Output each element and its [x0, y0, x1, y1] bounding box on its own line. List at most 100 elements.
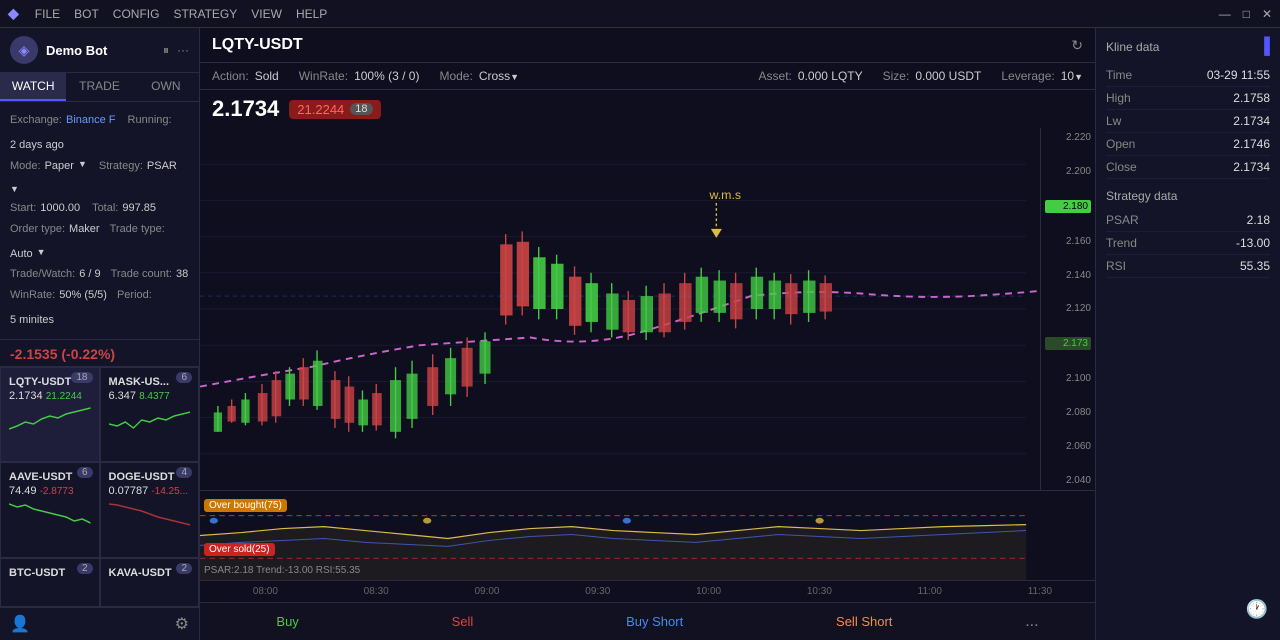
start-value: 1000.00 — [40, 198, 80, 219]
trend-value: -13.00 — [1236, 236, 1270, 250]
price-display: 2.1734 21.2244 18 — [200, 90, 1095, 128]
watch-price-lqty: 2.1734 21.2244 — [9, 390, 91, 402]
kline-time-row: Time 03-29 11:55 — [1106, 64, 1270, 87]
watch-item-lqty[interactable]: LQTY-USDT 18 2.1734 21.2244 — [0, 367, 100, 462]
menu-strategy[interactable]: STRATEGY — [173, 7, 237, 21]
watch-change-mask: 8.4377 — [139, 391, 170, 402]
chart-canvas: w.m.s — [200, 128, 1095, 490]
watch-change-lqty: 21.2244 — [46, 391, 82, 402]
maximize-button[interactable]: □ — [1243, 7, 1250, 21]
bot-name: Demo Bot — [46, 43, 155, 58]
ema-value: 21.2244 — [297, 102, 344, 117]
scale-2160: 2.160 — [1045, 236, 1091, 247]
watch-symbol-kava: KAVA-USDT — [109, 567, 172, 579]
high-label: High — [1106, 91, 1131, 105]
trade-watch-value: 6 / 9 — [79, 264, 100, 285]
winrate-value: 50% (5/5) — [59, 285, 107, 306]
pnl-value: -2.1535 (-0.22%) — [0, 340, 199, 367]
time-label: Time — [1106, 68, 1132, 82]
clock-icon[interactable]: 🕐 — [1246, 599, 1268, 620]
watch-sparkline-aave — [9, 499, 91, 529]
menu-config[interactable]: CONFIG — [113, 7, 160, 21]
mode-info-value[interactable]: Cross — [479, 69, 519, 83]
scale-2180: 2.180 — [1045, 200, 1091, 213]
tab-trade[interactable]: TRADE — [66, 73, 132, 101]
high-value: 2.1758 — [1233, 91, 1270, 105]
watch-badge-btc: 2 — [77, 563, 93, 574]
kline-open-row: Open 2.1746 — [1106, 133, 1270, 156]
trade-type-value: Auto — [10, 244, 33, 265]
mode-label: Mode: — [10, 156, 41, 177]
watch-item-aave[interactable]: AAVE-USDT 6 74.49 -2.8773 — [0, 462, 100, 557]
time-labels: 08:00 08:30 09:00 09:30 10:00 10:30 11:0… — [210, 586, 1095, 597]
more-actions-button[interactable]: ... — [1025, 613, 1038, 631]
close-value: 2.1734 — [1233, 160, 1270, 174]
watch-item-mask[interactable]: MASK-US... 6 6.347 8.4377 — [100, 367, 200, 462]
running-label: Running: — [128, 110, 172, 131]
watch-item-btc[interactable]: BTC-USDT 2 — [0, 558, 100, 607]
ema-badge: 21.2244 18 — [289, 100, 380, 119]
period-label: Period: — [117, 285, 152, 306]
settings-icon[interactable]: ⚙ — [175, 614, 189, 634]
refresh-icon[interactable]: ↻ — [1071, 37, 1083, 54]
tab-own[interactable]: OWN — [133, 73, 199, 101]
minimize-button[interactable]: — — [1219, 7, 1231, 21]
time-1000: 10:00 — [696, 586, 721, 597]
menu-view[interactable]: VIEW — [251, 7, 282, 21]
watchlist: LQTY-USDT 18 2.1734 21.2244 MASK-US... 6… — [0, 367, 199, 607]
total-value: 997.85 — [122, 198, 156, 219]
watch-change-doge: -14.25... — [151, 486, 188, 497]
watch-symbol-btc: BTC-USDT — [9, 567, 65, 579]
bot-actions: ⏸ ··· — [163, 43, 189, 58]
leverage-label: Leverage: — [1001, 69, 1054, 83]
watch-item-doge[interactable]: DOGE-USDT 4 0.07787 -14.25... — [100, 462, 200, 557]
scale-2100: 2.100 — [1045, 373, 1091, 384]
buy-button[interactable]: Buy — [256, 608, 318, 635]
menu-bar: FILE BOT CONFIG STRATEGY VIEW HELP — [35, 7, 328, 21]
size-label: Size: — [883, 69, 910, 83]
watch-badge-doge: 4 — [176, 467, 192, 478]
sell-short-button[interactable]: Sell Short — [816, 608, 912, 635]
chart-area: LQTY-USDT ↻ Action: Sold WinRate: 100% (… — [200, 28, 1095, 640]
chart-header: LQTY-USDT ↻ — [200, 28, 1095, 63]
time-0900: 09:00 — [474, 586, 499, 597]
scale-2040: 2.040 — [1045, 475, 1091, 486]
menu-file[interactable]: FILE — [35, 7, 60, 21]
rsi-value: 55.35 — [1240, 259, 1270, 273]
action-value: Sold — [255, 69, 279, 83]
right-panel: Kline data ▐ Time 03-29 11:55 High 2.175… — [1095, 28, 1280, 640]
watch-badge-aave: 6 — [77, 467, 93, 478]
sell-button[interactable]: Sell — [432, 608, 494, 635]
menu-bot[interactable]: BOT — [74, 7, 99, 21]
lw-label: Lw — [1106, 114, 1121, 128]
profile-icon[interactable]: 👤 — [10, 614, 30, 634]
time-0800: 08:00 — [253, 586, 278, 597]
scale-2200: 2.200 — [1045, 166, 1091, 177]
leverage-value[interactable]: 10 — [1061, 69, 1083, 83]
tab-watch[interactable]: WATCH — [0, 73, 66, 101]
bot-icon: ◈ — [10, 36, 38, 64]
exchange-label: Exchange: — [10, 110, 62, 131]
mode-value: Paper — [45, 156, 74, 177]
order-type-label: Order type: — [10, 219, 65, 240]
order-type-value: Maker — [69, 219, 100, 240]
kline-high-row: High 2.1758 — [1106, 87, 1270, 110]
main-price: 2.1734 — [212, 96, 279, 122]
buy-short-button[interactable]: Buy Short — [606, 608, 703, 635]
more-button[interactable]: ··· — [177, 43, 189, 58]
chart-info-row: Action: Sold WinRate: 100% (3 / 0) Mode:… — [200, 63, 1095, 90]
asset-value: 0.000 LQTY — [798, 69, 863, 83]
close-button[interactable]: ✕ — [1262, 7, 1272, 21]
chart-type-icon[interactable]: ▐ — [1259, 38, 1270, 56]
exchange-value: Binance F — [66, 110, 116, 131]
watch-price-mask: 6.347 8.4377 — [109, 390, 191, 402]
watch-sparkline-doge — [109, 499, 191, 529]
menu-help[interactable]: HELP — [296, 7, 327, 21]
action-label: Action: — [212, 69, 249, 83]
winrate-info-value: 100% (3 / 0) — [354, 69, 419, 83]
trend-row: Trend -13.00 — [1106, 232, 1270, 255]
watch-symbol-mask: MASK-US... — [109, 376, 170, 388]
watch-item-kava[interactable]: KAVA-USDT 2 — [100, 558, 200, 607]
bot-info: Exchange: Binance F Running: 2 days ago … — [0, 102, 199, 340]
pause-button[interactable]: ⏸ — [163, 43, 169, 58]
